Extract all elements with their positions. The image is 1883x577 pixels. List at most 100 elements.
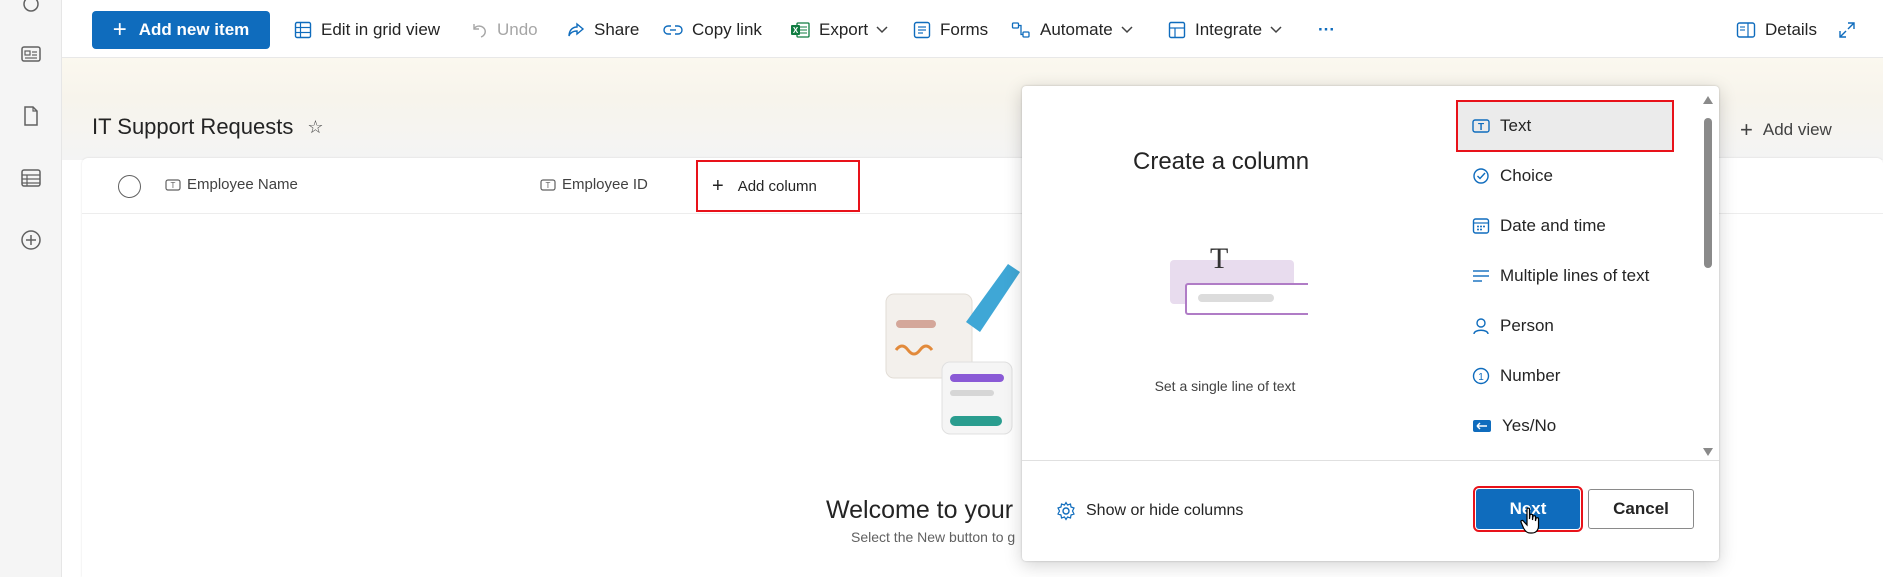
add-view-label: Add view <box>1762 120 1832 139</box>
expand-button[interactable] <box>1838 14 1865 46</box>
news-icon[interactable] <box>19 42 43 66</box>
rail-top-icon[interactable] <box>19 0 43 16</box>
list-icon[interactable] <box>19 166 43 190</box>
chevron-down-icon <box>1121 26 1133 34</box>
add-new-item-label: Add new item <box>138 20 250 39</box>
forms-icon <box>913 21 931 39</box>
option-label: Yes/No <box>1502 416 1557 435</box>
more-options-button[interactable]: ··· <box>1318 14 1335 46</box>
text-preview-illustration: T <box>1170 242 1308 315</box>
option-yes-no[interactable]: Yes/No <box>1458 402 1672 450</box>
automate-icon <box>1011 22 1030 38</box>
text-field-icon: T <box>1472 119 1490 133</box>
option-choice[interactable]: Choice <box>1458 152 1672 200</box>
add-new-item-button[interactable]: + Add new item <box>92 11 270 49</box>
welcome-heading: Welcome to your <box>826 496 1014 524</box>
panel-description: Set a single line of text <box>1154 378 1296 394</box>
option-text[interactable]: T Text <box>1456 100 1674 152</box>
undo-label: Undo <box>497 20 538 39</box>
option-label: Date and time <box>1500 216 1606 235</box>
options-scrollbar[interactable] <box>1702 96 1714 456</box>
page-title-text: IT Support Requests <box>92 114 294 139</box>
option-label: Number <box>1500 366 1561 385</box>
choice-icon <box>1473 168 1489 184</box>
copy-link-button[interactable]: Copy link <box>663 14 762 46</box>
option-person[interactable]: Person <box>1458 302 1672 350</box>
gear-icon <box>1057 501 1075 521</box>
details-pane-icon <box>1736 22 1756 38</box>
scrollbar-thumb[interactable] <box>1704 118 1712 268</box>
left-rail <box>0 0 62 577</box>
export-label: Export <box>819 20 869 39</box>
panel-title: Create a column <box>1133 148 1310 175</box>
edit-grid-label: Edit in grid view <box>321 20 441 39</box>
option-label: Person <box>1500 316 1554 335</box>
document-icon[interactable] <box>19 104 43 128</box>
svg-text:T: T <box>546 181 551 190</box>
person-icon <box>1473 318 1489 335</box>
show-hide-columns-link[interactable]: Show or hide columns <box>1056 501 1243 521</box>
calendar-icon <box>1472 218 1490 234</box>
yes-no-icon <box>1473 420 1491 432</box>
option-label: Multiple lines of text <box>1500 266 1650 285</box>
column-label: Employee ID <box>562 176 648 193</box>
option-date-and-time[interactable]: Date and time <box>1458 202 1672 250</box>
number-icon: 1 <box>1472 367 1490 385</box>
undo-button[interactable]: Undo <box>470 14 538 46</box>
chevron-down-icon <box>876 26 888 34</box>
svg-text:T: T <box>1210 242 1228 275</box>
share-label: Share <box>594 20 640 39</box>
scroll-down-arrow-icon[interactable] <box>1703 448 1713 456</box>
text-field-icon: T <box>165 178 181 191</box>
svg-text:1: 1 <box>1478 372 1484 383</box>
svg-text:X: X <box>793 26 799 35</box>
details-label: Details <box>1765 20 1817 39</box>
option-label: Text <box>1500 116 1532 135</box>
add-circle-icon[interactable] <box>19 228 43 252</box>
text-field-icon: T <box>540 178 556 191</box>
hand-cursor-icon <box>1520 507 1540 534</box>
command-bar: + Add new item Edit in grid view Undo Sh… <box>62 0 1883 58</box>
add-column-button[interactable]: + Add column <box>696 160 860 212</box>
grid-icon <box>294 21 312 39</box>
option-number[interactable]: 1 Number <box>1458 352 1672 400</box>
link-icon <box>663 25 683 35</box>
forms-label: Forms <box>940 20 989 39</box>
svg-text:T: T <box>171 181 176 190</box>
export-button[interactable]: X Export <box>790 14 897 46</box>
favorite-star-icon[interactable]: ☆ <box>307 117 323 138</box>
edit-grid-button[interactable]: Edit in grid view <box>294 14 440 46</box>
show-hide-label: Show or hide columns <box>1086 502 1244 519</box>
column-label: Employee Name <box>187 176 298 193</box>
add-column-label: Add column <box>737 177 817 195</box>
plus-icon: + <box>112 16 127 43</box>
forms-button[interactable]: Forms <box>913 14 988 46</box>
plus-icon: + <box>712 174 724 197</box>
integrate-button[interactable]: Integrate <box>1168 14 1291 46</box>
add-view-button[interactable]: + Add view <box>1740 117 1832 143</box>
page-title: IT Support Requests ☆ <box>92 114 324 140</box>
share-button[interactable]: Share <box>567 14 639 46</box>
excel-icon: X <box>791 22 810 38</box>
empty-list-illustration <box>885 264 1020 435</box>
select-all-checkbox[interactable] <box>118 175 141 198</box>
svg-text:T: T <box>1478 122 1484 133</box>
scroll-up-arrow-icon[interactable] <box>1703 96 1713 104</box>
chevron-down-icon <box>1270 26 1282 34</box>
undo-icon <box>473 24 486 38</box>
column-type-list: T Text Choice Date and time Multiple lin… <box>1456 100 1693 460</box>
column-employee-name[interactable]: T Employee Name <box>165 176 298 193</box>
welcome-subtext: Select the New button to g <box>851 529 1016 545</box>
column-employee-id[interactable]: T Employee ID <box>540 176 648 193</box>
panel-footer: Show or hide columns Next Cancel <box>1022 460 1719 561</box>
option-multiple-lines[interactable]: Multiple lines of text <box>1458 252 1672 300</box>
automate-label: Automate <box>1040 20 1113 39</box>
copy-link-label: Copy link <box>692 20 762 39</box>
expand-icon <box>1839 22 1855 38</box>
details-button[interactable]: Details <box>1736 14 1817 46</box>
more-icon: ··· <box>1318 20 1335 39</box>
option-label: Choice <box>1500 166 1553 185</box>
cancel-button[interactable]: Cancel <box>1588 489 1694 529</box>
integrate-icon <box>1168 21 1186 39</box>
automate-button[interactable]: Automate <box>1011 14 1142 46</box>
